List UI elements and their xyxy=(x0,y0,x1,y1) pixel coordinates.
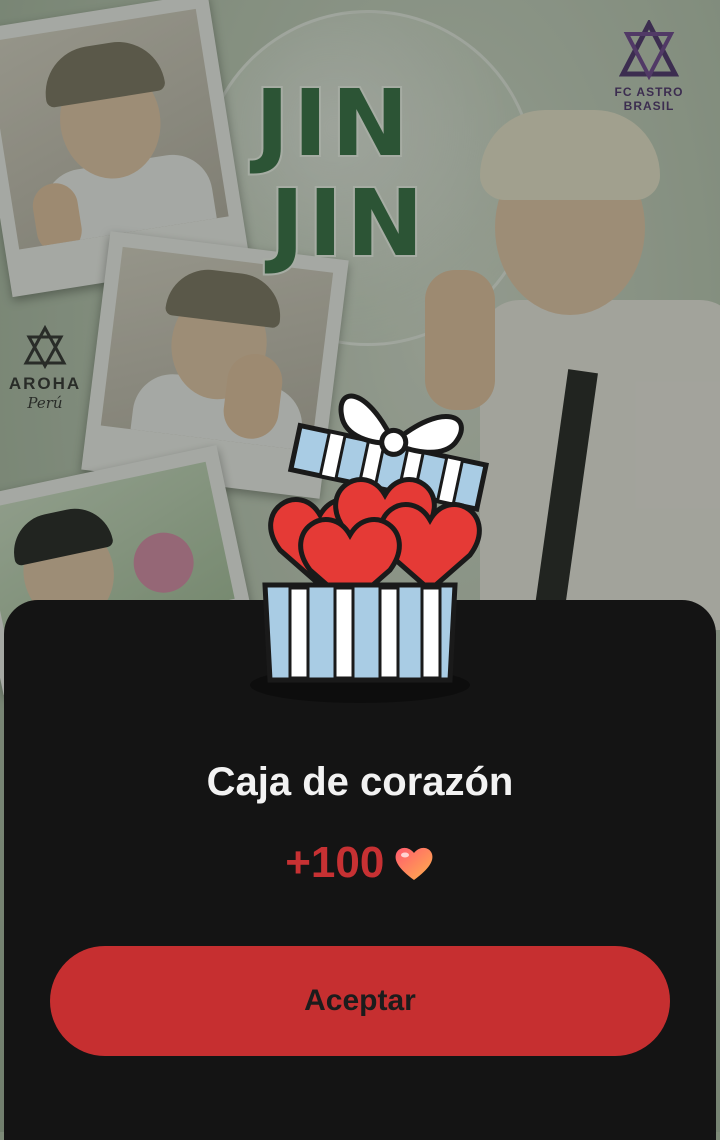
dialog-title: Caja de corazón xyxy=(206,760,514,804)
heart-icon xyxy=(395,847,433,880)
heart-gift-box-icon xyxy=(250,393,490,703)
reward-amount: +100 xyxy=(285,838,385,887)
accept-button[interactable]: Aceptar xyxy=(50,946,670,1056)
reward-amount-row: +100 xyxy=(0,838,720,888)
